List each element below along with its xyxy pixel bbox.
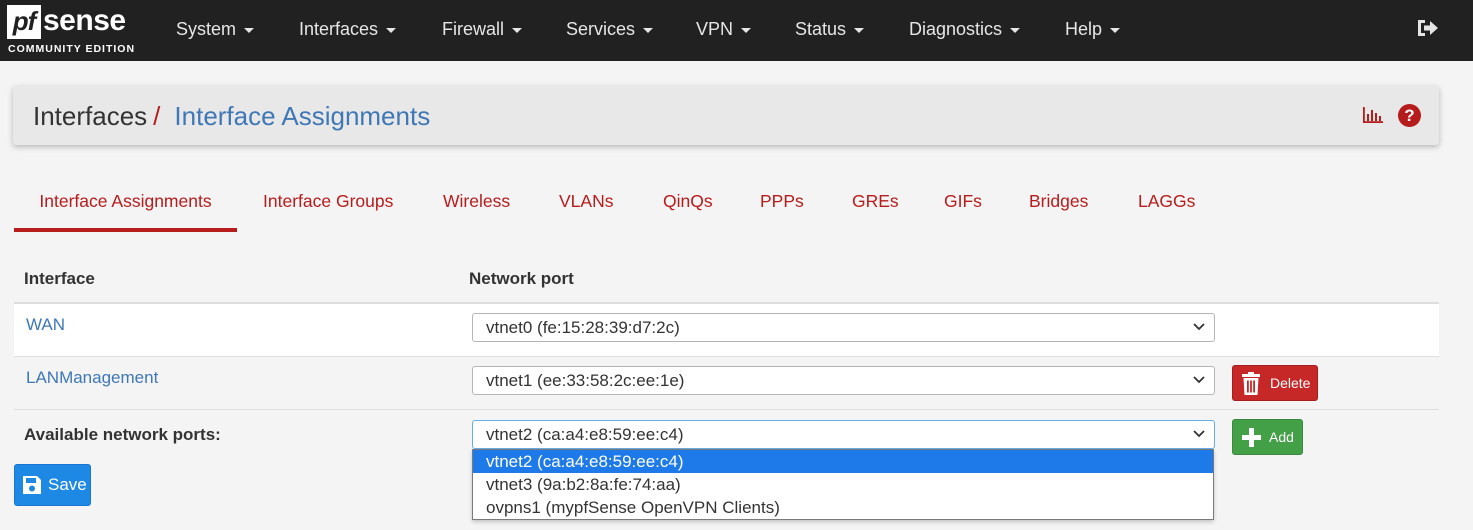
save-button-label: Save xyxy=(48,475,87,494)
row-divider xyxy=(14,409,1439,410)
save-button[interactable]: Save xyxy=(14,464,91,506)
network-port-select-wan[interactable]: vtnet0 (fe:15:28:39:d7:2c) xyxy=(472,313,1215,342)
select-value: vtnet2 (ca:a4:e8:59:ee:c4) xyxy=(486,425,684,444)
sign-out-icon[interactable] xyxy=(1416,17,1440,39)
caret-down-icon xyxy=(854,27,865,33)
tab-interface-assignments[interactable]: Interface Assignments xyxy=(14,170,237,232)
add-button[interactable]: Add xyxy=(1232,419,1303,455)
caret-down-icon xyxy=(1010,27,1021,33)
caret-down-icon xyxy=(1110,27,1121,33)
tab-bridges[interactable]: Bridges xyxy=(1029,170,1088,232)
caret-down-icon xyxy=(741,27,752,33)
dropdown-option[interactable]: ovpns1 (mypfSense OpenVPN Clients) xyxy=(473,496,1213,519)
breadcrumb-panel: Interfaces / Interface Assignments ? xyxy=(13,86,1439,145)
nav-help-label: Help xyxy=(1065,19,1103,39)
logo-pf-mark: pf xyxy=(7,5,41,39)
breadcrumb: Interfaces / Interface Assignments xyxy=(33,86,430,146)
tab-laggs[interactable]: LAGGs xyxy=(1138,170,1195,232)
bar-chart-icon[interactable] xyxy=(1362,106,1384,124)
column-header-interface: Interface xyxy=(24,269,95,288)
select-value: vtnet0 (fe:15:28:39:d7:2c) xyxy=(486,318,680,337)
tab-gres[interactable]: GREs xyxy=(852,170,899,232)
nav-interfaces-label: Interfaces xyxy=(299,19,379,39)
select-value: vtnet1 (ee:33:58:2c:ee:1e) xyxy=(486,371,685,390)
floppy-disk-icon xyxy=(23,476,41,494)
caret-down-icon xyxy=(643,27,654,33)
interface-link-lanmanagement[interactable]: LANManagement xyxy=(26,368,158,388)
breadcrumb-parent[interactable]: Interfaces xyxy=(33,101,147,131)
nav-help[interactable]: Help xyxy=(1065,0,1121,58)
plus-icon xyxy=(1242,428,1261,447)
nav-services-label: Services xyxy=(566,19,636,39)
caret-down-icon xyxy=(512,27,523,33)
tab-interface-groups[interactable]: Interface Groups xyxy=(263,170,393,232)
dropdown-option-label: ovpns1 (mypfSense OpenVPN Clients) xyxy=(486,498,780,517)
caret-down-icon xyxy=(386,27,397,33)
top-navbar: pf sense COMMUNITY EDITION System Interf… xyxy=(0,0,1473,61)
nav-vpn[interactable]: VPN xyxy=(696,0,752,58)
tab-wireless[interactable]: Wireless xyxy=(443,170,510,232)
breadcrumb-current[interactable]: Interface Assignments xyxy=(174,101,430,131)
dropdown-option[interactable]: vtnet3 (9a:b2:8a:fe:74:aa) xyxy=(473,473,1213,496)
nav-diagnostics-label: Diagnostics xyxy=(909,19,1003,39)
column-header-network-port: Network port xyxy=(469,269,574,288)
dropdown-option-label: vtnet2 (ca:a4:e8:59:ee:c4) xyxy=(486,452,684,471)
nav-system[interactable]: System xyxy=(176,0,255,58)
chevron-down-icon xyxy=(1193,323,1205,331)
nav-diagnostics[interactable]: Diagnostics xyxy=(909,0,1021,58)
nav-status[interactable]: Status xyxy=(795,0,865,58)
tab-qinqs[interactable]: QinQs xyxy=(663,170,713,232)
row-divider xyxy=(14,356,1439,357)
header-divider xyxy=(14,302,1439,304)
breadcrumb-separator: / xyxy=(153,101,161,131)
dropdown-option-label: vtnet3 (9a:b2:8a:fe:74:aa) xyxy=(486,475,681,494)
chevron-down-icon xyxy=(1193,376,1205,384)
dropdown-option[interactable]: vtnet2 (ca:a4:e8:59:ee:c4) xyxy=(473,450,1213,473)
delete-button[interactable]: Delete xyxy=(1232,365,1318,401)
pfsense-logo[interactable]: pf sense COMMUNITY EDITION xyxy=(7,4,142,57)
logo-wordmark: sense xyxy=(43,4,126,37)
tab-bar: Interface Assignments Interface Groups W… xyxy=(14,170,1439,232)
interface-link-wan[interactable]: WAN xyxy=(26,315,65,335)
nav-firewall[interactable]: Firewall xyxy=(442,0,523,58)
nav-system-label: System xyxy=(176,19,237,39)
available-ports-select[interactable]: vtnet2 (ca:a4:e8:59:ee:c4) xyxy=(472,420,1215,449)
logo-edition: COMMUNITY EDITION xyxy=(8,43,136,55)
nav-interfaces[interactable]: Interfaces xyxy=(299,0,397,58)
tab-gifs[interactable]: GIFs xyxy=(944,170,982,232)
question-circle-icon[interactable]: ? xyxy=(1398,104,1421,127)
nav-vpn-label: VPN xyxy=(696,19,734,39)
caret-down-icon xyxy=(244,27,255,33)
available-ports-dropdown: vtnet2 (ca:a4:e8:59:ee:c4) vtnet3 (9a:b2… xyxy=(472,449,1214,520)
chevron-down-icon xyxy=(1193,430,1205,438)
nav-firewall-label: Firewall xyxy=(442,19,505,39)
nav-status-label: Status xyxy=(795,19,847,39)
add-button-label: Add xyxy=(1269,429,1294,445)
network-port-select-lanmanagement[interactable]: vtnet1 (ee:33:58:2c:ee:1e) xyxy=(472,366,1215,395)
nav-services[interactable]: Services xyxy=(566,0,654,58)
delete-button-label: Delete xyxy=(1270,375,1311,391)
available-ports-label: Available network ports: xyxy=(24,425,221,444)
trash-icon xyxy=(1242,372,1260,395)
tab-ppps[interactable]: PPPs xyxy=(760,170,804,232)
tab-vlans[interactable]: VLANs xyxy=(559,170,613,232)
